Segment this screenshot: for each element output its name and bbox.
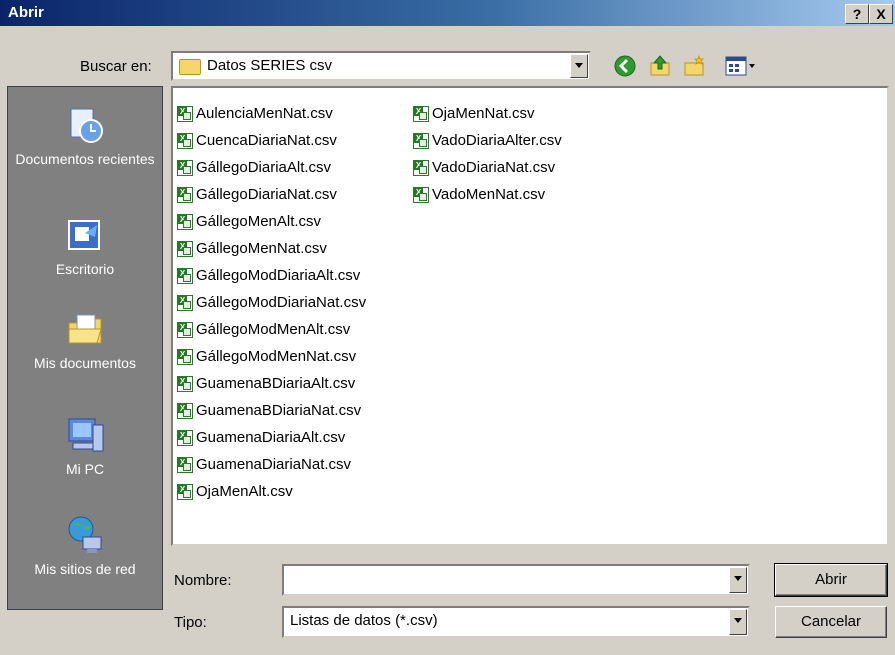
- chevron-down-icon[interactable]: [729, 609, 747, 635]
- recent-documents-icon: [70, 108, 103, 143]
- file-item[interactable]: GállegoModMenNat.csv: [177, 343, 366, 370]
- csv-file-icon: [177, 348, 193, 365]
- file-item[interactable]: GuamenaDiariaNat.csv: [177, 451, 366, 478]
- file-item[interactable]: GuamenaBDiariaAlt.csv: [177, 370, 366, 397]
- csv-file-icon: [413, 186, 429, 203]
- file-item[interactable]: VadoDiariaNat.csv: [413, 154, 562, 181]
- csv-file-icon: [177, 375, 193, 392]
- place-recent-documents[interactable]: Documentos recientes: [8, 105, 162, 169]
- file-list[interactable]: AulenciaMenNat.csv CuencaDiariaNat.csv G…: [171, 86, 889, 546]
- csv-file-icon: [177, 105, 193, 122]
- filetype-label: Tipo:: [174, 614, 207, 631]
- csv-file-icon: [177, 321, 193, 338]
- place-label: Documentos recientes: [15, 151, 155, 167]
- up-folder-icon[interactable]: [648, 54, 672, 78]
- place-desktop[interactable]: Escritorio: [8, 215, 162, 279]
- lookin-combo[interactable]: Datos SERIES csv: [171, 51, 591, 81]
- csv-file-icon: [177, 456, 193, 473]
- csv-file-icon: [177, 483, 193, 500]
- window-title: Abrir: [8, 4, 44, 21]
- cancel-button[interactable]: Cancelar: [775, 606, 887, 638]
- file-item[interactable]: GállegoMenNat.csv: [177, 235, 366, 262]
- file-item[interactable]: OjaMenNat.csv: [413, 100, 562, 127]
- desktop-icon: [68, 220, 100, 250]
- new-folder-icon[interactable]: [682, 54, 706, 78]
- my-computer-icon: [68, 418, 104, 452]
- csv-file-icon: [177, 186, 193, 203]
- csv-file-icon: [177, 294, 193, 311]
- lookin-label: Buscar en:: [80, 58, 152, 75]
- open-button[interactable]: Abrir: [774, 563, 888, 597]
- network-places-icon: [68, 516, 102, 553]
- file-item[interactable]: CuencaDiariaNat.csv: [177, 127, 366, 154]
- places-bar: Documentos recientes Escritorio Mis docu…: [7, 86, 163, 610]
- place-label: Escritorio: [55, 261, 115, 277]
- title-bar[interactable]: Abrir ? X: [0, 0, 895, 26]
- help-button[interactable]: ?: [845, 4, 869, 24]
- csv-file-icon: [413, 159, 429, 176]
- csv-file-icon: [177, 213, 193, 230]
- chevron-down-icon[interactable]: [729, 567, 747, 593]
- place-my-documents[interactable]: Mis documentos: [8, 309, 162, 373]
- csv-file-icon: [413, 105, 429, 122]
- csv-file-icon: [177, 240, 193, 257]
- file-item[interactable]: GállegoModDiariaAlt.csv: [177, 262, 366, 289]
- file-item[interactable]: VadoDiariaAlter.csv: [413, 127, 562, 154]
- csv-file-icon: [413, 132, 429, 149]
- file-column-2: OjaMenNat.csv VadoDiariaAlter.csv VadoDi…: [413, 100, 562, 208]
- file-item[interactable]: GállegoModMenAlt.csv: [177, 316, 366, 343]
- place-label: Mi PC: [65, 461, 105, 477]
- csv-file-icon: [177, 132, 193, 149]
- place-label: Mis sitios de red: [34, 561, 136, 577]
- my-documents-icon: [68, 314, 102, 344]
- file-column-1: AulenciaMenNat.csv CuencaDiariaNat.csv G…: [177, 100, 366, 505]
- filetype-select[interactable]: Listas de datos (*.csv): [282, 606, 750, 638]
- place-label: Mis documentos: [34, 355, 136, 371]
- csv-file-icon: [177, 402, 193, 419]
- views-menu-icon[interactable]: [724, 54, 758, 78]
- csv-file-icon: [177, 267, 193, 284]
- place-my-computer[interactable]: Mi PC: [8, 415, 162, 479]
- csv-file-icon: [177, 429, 193, 446]
- file-item[interactable]: AulenciaMenNat.csv: [177, 100, 366, 127]
- filename-input[interactable]: [282, 564, 750, 596]
- close-button[interactable]: X: [869, 4, 893, 24]
- folder-icon: [179, 59, 201, 75]
- file-item[interactable]: GállegoDiariaNat.csv: [177, 181, 366, 208]
- file-item[interactable]: VadoMenNat.csv: [413, 181, 562, 208]
- file-item[interactable]: GuamenaDiariaAlt.csv: [177, 424, 366, 451]
- file-item[interactable]: GállegoMenAlt.csv: [177, 208, 366, 235]
- file-item[interactable]: GuamenaBDiariaNat.csv: [177, 397, 366, 424]
- file-item[interactable]: GállegoDiariaAlt.csv: [177, 154, 366, 181]
- back-icon[interactable]: [613, 54, 637, 78]
- file-item[interactable]: OjaMenAlt.csv: [177, 478, 366, 505]
- chevron-down-icon[interactable]: [570, 54, 588, 78]
- csv-file-icon: [177, 159, 193, 176]
- place-network[interactable]: Mis sitios de red: [8, 515, 162, 579]
- lookin-value: Datos SERIES csv: [207, 57, 333, 74]
- file-item[interactable]: GállegoModDiariaNat.csv: [177, 289, 366, 316]
- filename-label: Nombre:: [174, 572, 232, 589]
